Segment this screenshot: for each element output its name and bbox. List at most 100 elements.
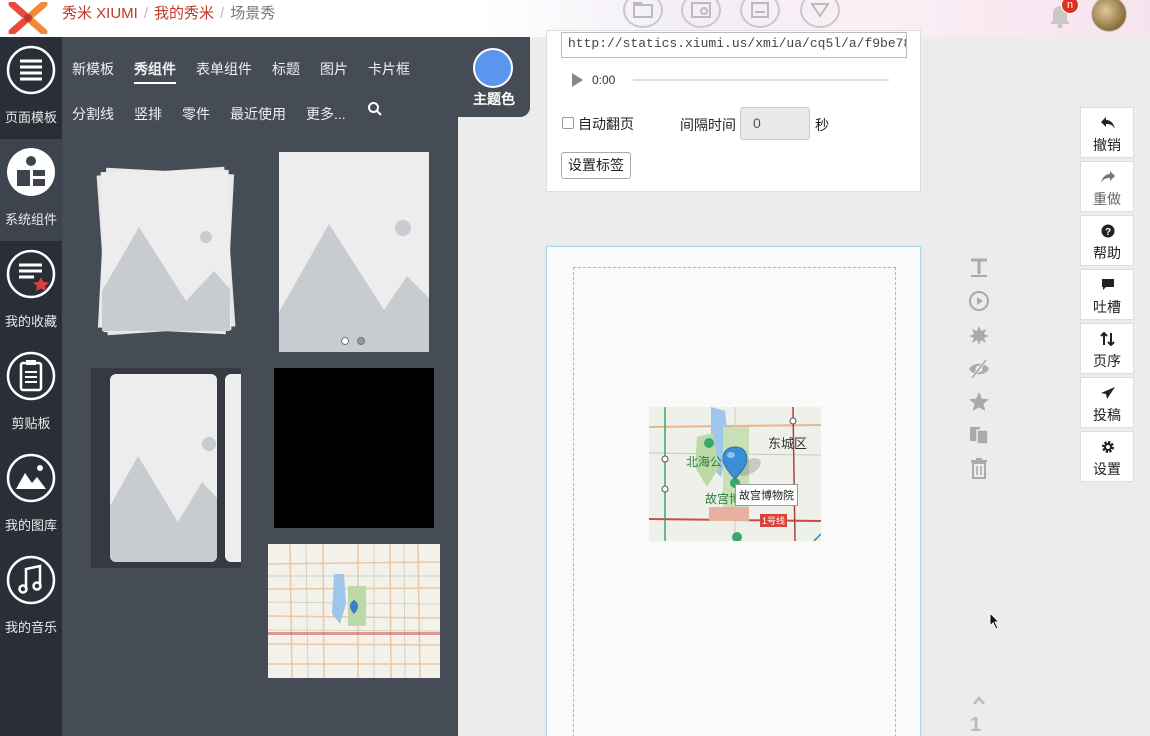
slider-dot bbox=[357, 337, 365, 345]
next-card-peek bbox=[225, 374, 241, 562]
nav-page-templates[interactable]: 页面模板 bbox=[0, 37, 62, 139]
star-icon[interactable] bbox=[968, 391, 990, 413]
undo-button[interactable]: 撤销 bbox=[1080, 107, 1134, 158]
undo-label: 撤销 bbox=[1093, 137, 1121, 153]
map-label-subway: 1号线 bbox=[760, 514, 788, 527]
xiumi-logo-icon[interactable] bbox=[6, 2, 50, 34]
help-icon: ? bbox=[1101, 224, 1115, 238]
redo-button[interactable]: 重做 bbox=[1080, 161, 1134, 212]
page-content-area[interactable]: 东城区 北海公 故宫博 1号线 故宫博物院 bbox=[573, 267, 896, 736]
tab-parts[interactable]: 零件 bbox=[182, 104, 210, 124]
nav-label: 页面模板 bbox=[4, 110, 57, 125]
clipboard-icon bbox=[6, 351, 56, 401]
stacked-images-component[interactable] bbox=[94, 161, 239, 341]
submit-label: 投稿 bbox=[1093, 407, 1121, 423]
settings-label: 设置 bbox=[1093, 461, 1121, 477]
nav-label: 我的收藏 bbox=[4, 314, 57, 329]
tab-form-components[interactable]: 表单组件 bbox=[196, 59, 252, 79]
theme-color-swatch[interactable] bbox=[473, 48, 513, 88]
page-order-button[interactable]: 页序 bbox=[1080, 323, 1134, 374]
play-icon[interactable] bbox=[572, 73, 583, 87]
card-image bbox=[110, 374, 217, 562]
audio-url-field[interactable]: http://statics.xiumi.us/xmi/ua/cq5l/a/f9… bbox=[561, 32, 907, 58]
slider-dot bbox=[341, 337, 349, 345]
preview-icon bbox=[691, 2, 711, 18]
component-panel: 新模板 秀组件 表单组件 标题 图片 卡片框 分割线 竖排 零件 最近使用 更多… bbox=[62, 37, 530, 736]
folder-icon bbox=[633, 2, 653, 18]
seconds-label: 秒 bbox=[815, 117, 829, 133]
tab-card-frame[interactable]: 卡片框 bbox=[368, 59, 410, 79]
eye-slash-icon[interactable] bbox=[968, 358, 990, 380]
tab-title[interactable]: 标题 bbox=[272, 59, 300, 79]
audio-progress-track[interactable] bbox=[633, 79, 889, 81]
comment-icon bbox=[1102, 279, 1114, 290]
tab-divider[interactable]: 分割线 bbox=[72, 104, 114, 124]
burst-icon[interactable] bbox=[968, 324, 990, 346]
theme-color-label: 主题色 bbox=[473, 91, 515, 107]
auto-flip-label: 自动翻页 bbox=[578, 116, 634, 132]
settings-button[interactable]: 设置 bbox=[1080, 431, 1134, 482]
map-label-district: 东城区 bbox=[768, 436, 808, 451]
nav-gallery[interactable]: 我的图库 bbox=[0, 445, 62, 547]
tab-new-templates[interactable]: 新模板 bbox=[72, 59, 114, 79]
page-order-label: 页序 bbox=[1093, 353, 1121, 369]
map-component[interactable] bbox=[268, 544, 440, 678]
tab-more[interactable]: 更多... bbox=[306, 104, 346, 124]
tab-image[interactable]: 图片 bbox=[320, 59, 348, 79]
search-icon[interactable] bbox=[367, 101, 383, 117]
gear-icon bbox=[1102, 441, 1114, 453]
nav-favorites[interactable]: 我的收藏 bbox=[0, 241, 62, 343]
help-button[interactable]: ? 帮助 bbox=[1080, 215, 1134, 266]
page-number: 1 bbox=[970, 714, 982, 736]
map-element[interactable]: 东城区 北海公 故宫博 1号线 故宫博物院 bbox=[649, 407, 821, 541]
set-tags-button[interactable]: 设置标签 bbox=[561, 152, 631, 179]
sort-icon bbox=[1100, 332, 1115, 346]
tab-show-components[interactable]: 秀组件 bbox=[134, 59, 176, 84]
breadcrumb-home[interactable]: 秀米 XIUMI bbox=[62, 0, 138, 28]
nav-music[interactable]: 我的音乐 bbox=[0, 547, 62, 649]
properties-card: http://statics.xiumi.us/xmi/ua/cq5l/a/f9… bbox=[546, 30, 921, 192]
redo-icon bbox=[1101, 171, 1115, 183]
nav-label: 我的音乐 bbox=[4, 620, 57, 635]
lines-icon bbox=[6, 45, 56, 95]
send-icon bbox=[1101, 387, 1115, 399]
audio-time: 0:00 bbox=[592, 73, 616, 87]
auto-flip-checkbox[interactable] bbox=[562, 117, 574, 129]
music-icon bbox=[6, 555, 56, 605]
placeholder-image-icon bbox=[110, 437, 217, 562]
triangle-down-icon bbox=[810, 3, 830, 18]
swipe-cards-component[interactable] bbox=[91, 368, 241, 568]
breadcrumb-separator: / bbox=[143, 5, 149, 22]
feedback-button[interactable]: 吐槽 bbox=[1080, 269, 1134, 320]
breadcrumb-my-xiumi[interactable]: 我的秀米 bbox=[154, 0, 214, 28]
theme-color-tab: 主题色 bbox=[458, 37, 530, 117]
text-icon[interactable] bbox=[968, 256, 990, 278]
svg-text:?: ? bbox=[1105, 227, 1111, 238]
nav-system-components[interactable]: 系统组件 bbox=[0, 139, 62, 241]
video-component[interactable] bbox=[274, 368, 434, 528]
trash-icon[interactable] bbox=[968, 457, 990, 479]
gallery-icon bbox=[6, 453, 56, 503]
nav-label: 系统组件 bbox=[4, 212, 57, 227]
help-label: 帮助 bbox=[1093, 245, 1121, 261]
components-icon bbox=[7, 148, 55, 196]
interval-input[interactable]: 0 bbox=[740, 107, 810, 140]
submit-button[interactable]: 投稿 bbox=[1080, 377, 1134, 428]
image-slider-component[interactable] bbox=[279, 152, 429, 352]
breadcrumb-current: 场景秀 bbox=[230, 5, 276, 22]
page-canvas[interactable]: 东城区 北海公 故宫博 1号线 故宫博物院 bbox=[546, 246, 921, 736]
play-circle-icon[interactable] bbox=[968, 290, 990, 312]
map-background bbox=[649, 407, 821, 541]
mouse-cursor-icon bbox=[989, 612, 1001, 630]
nav-label: 我的图库 bbox=[4, 518, 57, 533]
undo-icon bbox=[1101, 117, 1115, 129]
copy-icon[interactable] bbox=[968, 424, 990, 446]
interval-label: 间隔时间 bbox=[680, 117, 736, 133]
tab-recent[interactable]: 最近使用 bbox=[230, 104, 286, 124]
favorites-icon bbox=[6, 249, 56, 299]
map-label-park: 北海公 bbox=[686, 455, 723, 469]
nav-clipboard[interactable]: 剪贴板 bbox=[0, 343, 62, 445]
chevron-up-icon[interactable] bbox=[972, 694, 986, 708]
tab-vertical[interactable]: 竖排 bbox=[134, 104, 162, 124]
breadcrumb: 秀米 XIUMI / 我的秀米 / 场景秀 bbox=[62, 0, 275, 28]
